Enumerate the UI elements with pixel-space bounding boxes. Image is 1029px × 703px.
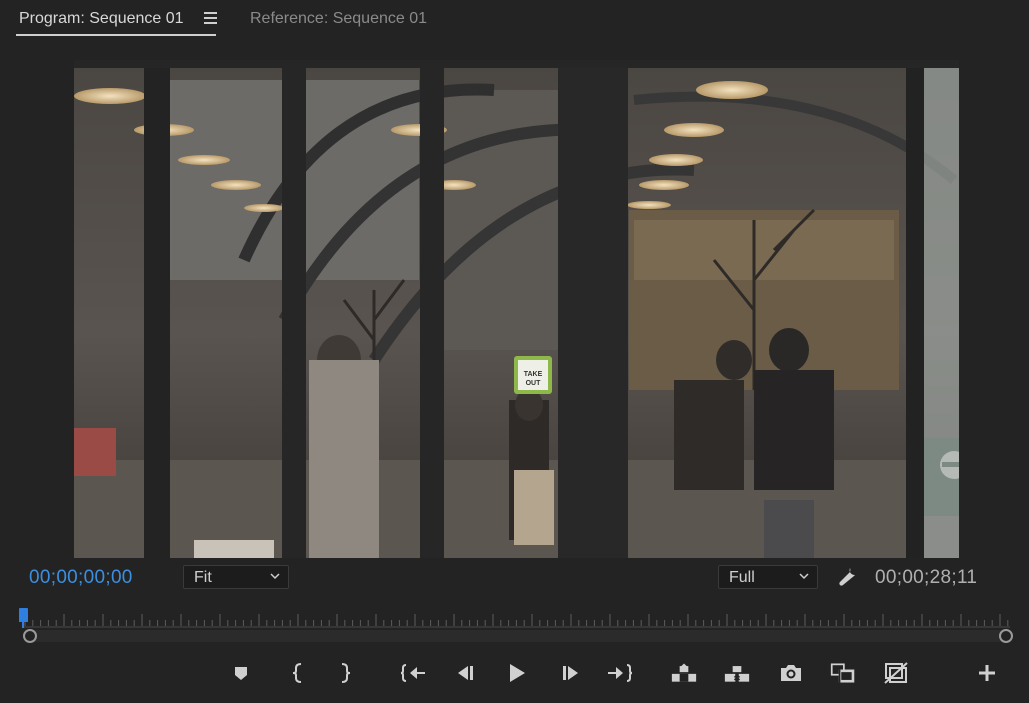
playback-resolution-select[interactable]: Full <box>718 565 818 589</box>
playback-resolution-value: Full <box>729 569 755 586</box>
lift-icon <box>671 663 697 682</box>
zoom-level-value: Fit <box>194 569 212 586</box>
play-icon <box>510 664 525 682</box>
extract-button[interactable] <box>724 660 750 686</box>
playhead[interactable] <box>19 608 28 628</box>
panel-tab-bar: Program: Sequence 01 Reference: Sequence… <box>0 0 1029 40</box>
current-timecode[interactable]: 00;00;00;00 <box>29 567 133 589</box>
plus-icon <box>979 665 995 681</box>
comparison-view-icon <box>830 663 855 683</box>
comparison-view-button[interactable] <box>830 660 856 686</box>
mark-out-icon <box>341 663 351 683</box>
add-marker-button[interactable] <box>228 660 254 686</box>
mark-in-button[interactable] <box>285 660 311 686</box>
active-tab-underline <box>16 34 216 36</box>
button-editor-button[interactable] <box>974 660 1000 686</box>
proxy-toggle-button[interactable] <box>883 660 909 686</box>
chevron-down-icon <box>270 573 280 580</box>
go-to-out-icon <box>608 664 633 682</box>
zoom-scroll-left-handle[interactable] <box>23 629 37 643</box>
step-back-icon <box>458 666 473 680</box>
step-forward-button[interactable] <box>558 660 584 686</box>
tab-reference-monitor[interactable]: Reference: Sequence 01 <box>250 10 427 28</box>
extract-icon <box>724 666 750 682</box>
tab-program-monitor[interactable]: Program: Sequence 01 <box>19 10 184 28</box>
export-frame-button[interactable] <box>778 660 804 686</box>
wrench-icon[interactable] <box>836 565 860 587</box>
transport-controls <box>0 660 1029 688</box>
go-to-in-button[interactable] <box>400 660 426 686</box>
play-button[interactable] <box>504 660 530 686</box>
chevron-down-icon <box>799 573 809 580</box>
mark-out-button[interactable] <box>332 660 358 686</box>
go-to-in-icon <box>400 664 425 682</box>
zoom-scroll-right-handle[interactable] <box>999 629 1013 643</box>
camera-icon <box>781 665 801 681</box>
step-back-button[interactable] <box>452 660 478 686</box>
time-ruler[interactable] <box>22 606 1010 628</box>
marker-icon <box>235 667 247 680</box>
lift-button[interactable] <box>671 660 697 686</box>
mark-in-icon <box>292 663 302 683</box>
zoom-scroll-bar[interactable] <box>29 630 1007 642</box>
sign-text-line2: OUT <box>526 380 542 387</box>
sign-text-line1: TAKE <box>524 371 543 378</box>
hamburger-menu-icon[interactable] <box>204 12 217 24</box>
step-forward-icon <box>563 666 578 680</box>
proxy-icon <box>884 662 908 684</box>
zoom-level-select[interactable]: Fit <box>183 565 289 589</box>
go-to-out-button[interactable] <box>607 660 633 686</box>
duration-timecode: 00;00;28;11 <box>875 567 978 588</box>
program-video-frame[interactable]: TAKE OUT <box>74 60 959 558</box>
